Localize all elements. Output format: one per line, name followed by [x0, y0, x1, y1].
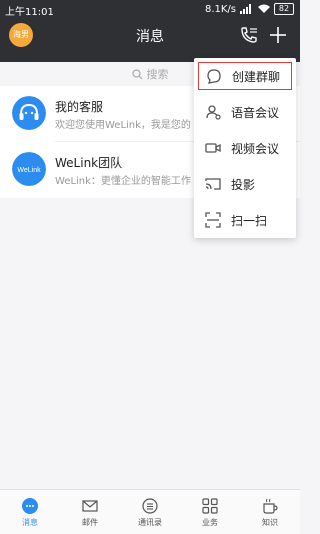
plus-icon[interactable]: [267, 24, 289, 46]
tab-label: 通讯录: [138, 517, 162, 527]
contacts-icon: [141, 497, 159, 515]
tab-label: 消息: [22, 517, 38, 527]
tab-label: 邮件: [82, 517, 98, 527]
mail-icon: [81, 497, 99, 515]
message-icon: [21, 497, 39, 515]
tab-contacts[interactable]: 通讯录: [120, 490, 180, 534]
svg-text:WeLink: WeLink: [17, 167, 41, 174]
menu-label: 语音会议: [231, 105, 280, 120]
tab-mail[interactable]: 邮件: [60, 490, 120, 534]
menu-item-video-meeting[interactable]: 视频会议: [194, 130, 296, 166]
tab-messages[interactable]: 消息: [0, 490, 60, 534]
plus-dropdown-menu: 创建群聊 语音会议 视频会议 投影 扫一扫: [194, 58, 296, 238]
network-speed: 8.1K/s: [204, 3, 236, 15]
tab-knowledge[interactable]: 知识: [240, 490, 300, 534]
conversation-name: WeLink团队: [55, 156, 123, 170]
video-meeting-icon: [203, 138, 223, 158]
status-bar: 上午11:01 8.1K/s 82: [0, 0, 300, 18]
voice-meeting-icon: [203, 102, 223, 122]
search-placeholder: 搜索: [146, 68, 169, 81]
conversation-name: 我的客服: [55, 100, 104, 114]
phone-call-icon[interactable]: [238, 24, 260, 46]
menu-label: 扫一扫: [231, 213, 268, 228]
menu-label: 创建群聊: [232, 69, 281, 84]
menu-item-cast[interactable]: 投影: [194, 166, 296, 202]
wifi-icon: [258, 4, 270, 13]
menu-item-voice-meeting[interactable]: 语音会议: [194, 94, 296, 130]
tab-label: 知识: [262, 517, 278, 527]
bottom-tab-bar: 消息 邮件 通讯录 业务 知识: [0, 489, 300, 534]
cast-icon: [203, 174, 223, 194]
knowledge-icon: [261, 497, 279, 515]
tab-label: 业务: [202, 517, 218, 527]
status-time: 上午11:01: [5, 7, 54, 18]
signal-icon: [240, 4, 251, 14]
customer-service-avatar-icon: [12, 96, 46, 130]
menu-item-create-group[interactable]: 创建群聊: [198, 62, 292, 90]
status-right: 8.1K/s 82: [205, 3, 294, 15]
welink-avatar: WeLink: [12, 152, 46, 186]
tab-apps[interactable]: 业务: [180, 490, 240, 534]
group-chat-icon: [204, 66, 224, 86]
battery-icon: 82: [274, 3, 294, 15]
scan-icon: [203, 210, 223, 230]
search-icon: [131, 68, 142, 79]
menu-item-scan[interactable]: 扫一扫: [194, 202, 296, 238]
menu-label: 投影: [231, 177, 256, 192]
menu-label: 视频会议: [231, 141, 280, 156]
apps-icon: [201, 497, 219, 515]
